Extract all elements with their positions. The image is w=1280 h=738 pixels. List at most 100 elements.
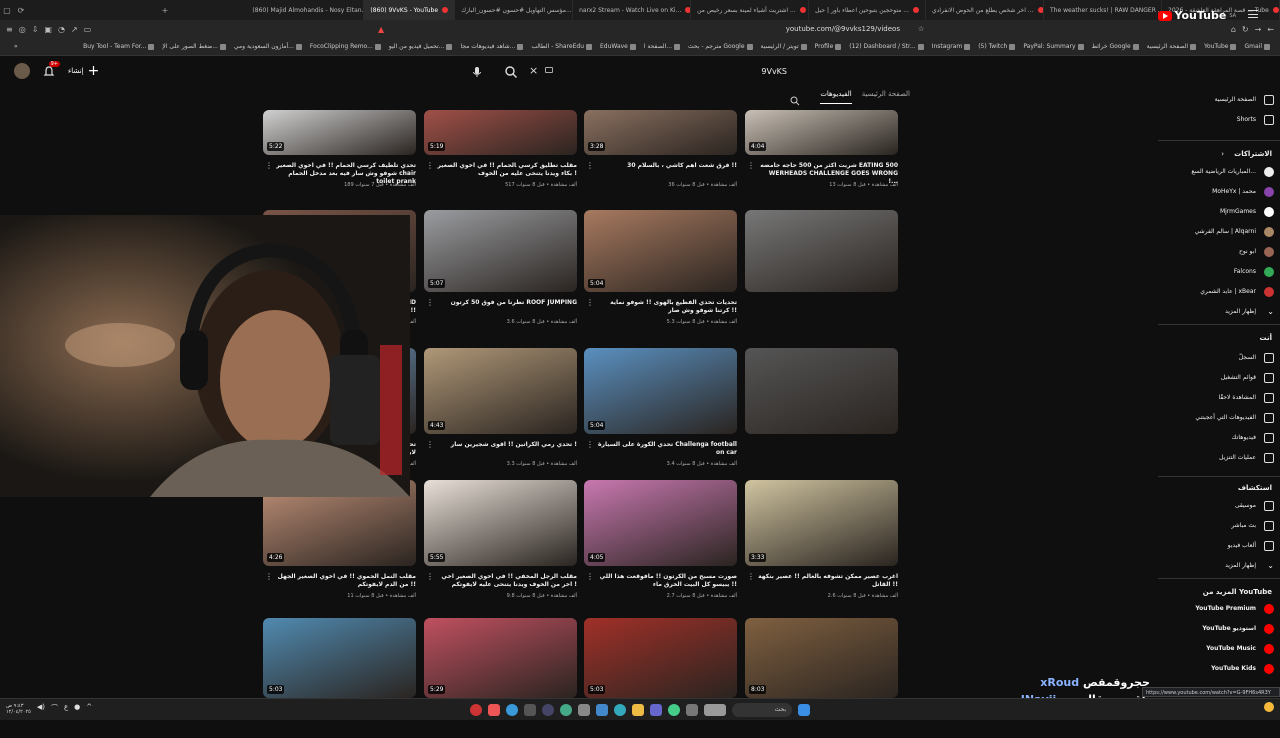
- video-title[interactable]: مقلب النمل الحموي !! في اخوي الصغير الجه…: [276, 573, 416, 589]
- sidebar-more-item[interactable]: YouTube Premium: [1195, 605, 1256, 612]
- sidebar-subscription-item[interactable]: MoHeYx | محمد: [1212, 188, 1256, 195]
- video-thumbnail[interactable]: [745, 210, 898, 292]
- sidebar-subscription-item[interactable]: سالم الفرشي | Alqarni: [1195, 228, 1256, 235]
- back-tab-icon[interactable]: ⟳: [14, 6, 28, 15]
- telegram-icon[interactable]: [506, 703, 518, 716]
- video-menu-icon[interactable]: ⋮: [747, 161, 755, 170]
- video-menu-icon[interactable]: ⋮: [586, 161, 594, 170]
- sidebar-you-item[interactable]: فيديوهاتك: [1232, 434, 1256, 441]
- sidebar-explore-item[interactable]: موسيقى: [1235, 502, 1256, 509]
- video-thumbnail[interactable]: 5:04: [584, 348, 737, 434]
- download-icon[interactable]: ⇩: [32, 25, 39, 34]
- widgets-icon[interactable]: [686, 703, 698, 716]
- copilot-icon[interactable]: [668, 703, 680, 716]
- bookmark-item[interactable]: تويتر / الرئيسية: [761, 43, 807, 50]
- bookmark-item[interactable]: PayPal: Summary: [1023, 43, 1084, 50]
- wifi-icon[interactable]: ⌒: [51, 703, 58, 715]
- video-title[interactable]: مقلب الرجل المخفي !! في اخوي الصغير اخي …: [437, 573, 577, 589]
- bookmark-item[interactable]: YouTube: [1204, 43, 1237, 50]
- video-card[interactable]: 4:26 مقلب النمل الحموي !! في اخوي الصغير …: [263, 480, 416, 606]
- video-card[interactable]: [745, 348, 898, 474]
- video-title[interactable]: صورت مسبح من الكرتون !! مافوقعت هذا اللي…: [597, 573, 737, 589]
- show-more-subscriptions[interactable]: إظهار المزيد: [1225, 308, 1256, 315]
- new-tab-button[interactable]: +: [158, 6, 172, 15]
- weather-widget[interactable]: [1264, 702, 1274, 714]
- video-thumbnail[interactable]: 3:33: [745, 480, 898, 566]
- back-icon[interactable]: ←: [1267, 25, 1274, 34]
- guide-menu-icon[interactable]: [1248, 10, 1258, 18]
- subscriptions-heading[interactable]: الاشتراكات: [1234, 150, 1272, 158]
- video-menu-icon[interactable]: ⋮: [586, 298, 594, 307]
- bookmark-item[interactable]: Profile: [815, 43, 842, 50]
- sidebar-subscription-item[interactable]: MjrmGames: [1220, 208, 1256, 215]
- bookmark-item[interactable]: تحميل فيديو من اليو...: [389, 43, 453, 50]
- video-thumbnail[interactable]: 8:03: [745, 618, 898, 698]
- video-thumbnail[interactable]: [745, 348, 898, 434]
- video-menu-icon[interactable]: ⋮: [747, 572, 755, 581]
- video-menu-icon[interactable]: ⋮: [265, 161, 273, 170]
- video-card[interactable]: 5:22 تحدي تلطيف كرسي الحمام !! في اخوي ال…: [263, 110, 416, 195]
- camera-icon[interactable]: ▭: [84, 25, 92, 34]
- video-thumbnail[interactable]: 5:29: [424, 618, 577, 698]
- brave-icon[interactable]: [488, 703, 500, 716]
- bookmark-item[interactable]: شاهد فيديوهات مجا...: [460, 43, 524, 50]
- bookmark-item[interactable]: EduWave: [600, 43, 636, 50]
- sidebar-item-shorts[interactable]: Shorts: [1237, 116, 1256, 123]
- video-menu-icon[interactable]: ⋮: [426, 161, 434, 170]
- video-menu-icon[interactable]: ⋮: [586, 440, 594, 449]
- video-card[interactable]: 4:05 صورت مسبح من الكرتون !! مافوقعت هذا …: [584, 480, 737, 606]
- task-view-icon[interactable]: [704, 703, 726, 716]
- sidebar-toggle-icon[interactable]: ≡: [6, 25, 13, 34]
- sidebar-you-item[interactable]: عمليات التنزيل: [1219, 454, 1256, 461]
- video-title[interactable]: تحديات تحدي الفطيع بالهوى !! شوفو نماية …: [597, 299, 737, 315]
- bookmark-item[interactable]: الصفحة ا...: [644, 43, 681, 50]
- show-more-explore[interactable]: إظهار المزيد: [1225, 562, 1256, 569]
- create-button[interactable]: إنشاء +: [68, 63, 99, 79]
- video-title[interactable]: مقلب تطليق كرسي ‍الحمام !! في اخوي الصغي…: [437, 162, 577, 178]
- url-field[interactable]: youtube.com/@9vvks129/videos: [430, 25, 900, 33]
- sidebar-explore-item[interactable]: بث مباشر: [1231, 522, 1256, 529]
- video-card[interactable]: 5:04 تحديات تحدي الفطيع بالهوى !! شوفو نم…: [584, 210, 737, 332]
- video-thumbnail[interactable]: 5:07: [424, 210, 577, 292]
- video-thumbnail[interactable]: 5:03: [584, 618, 737, 698]
- store-icon[interactable]: [596, 703, 608, 716]
- sidebar-more-item[interactable]: YouTube استوديو: [1202, 625, 1256, 632]
- sidebar-you-item[interactable]: قوائم التشغيل: [1221, 374, 1256, 381]
- video-card[interactable]: 8:03: [745, 618, 898, 738]
- bookmark-star-icon[interactable]: ☆: [918, 25, 924, 33]
- video-thumbnail[interactable]: 4:04: [745, 110, 898, 155]
- sidebar-more-item[interactable]: YouTube Kids: [1211, 665, 1256, 672]
- avatar[interactable]: [14, 63, 30, 79]
- bookmark-item[interactable]: ضغط الصور على الإ...: [162, 43, 226, 50]
- tab-home[interactable]: الصفحة الرئيسية: [862, 90, 910, 104]
- xbox-icon[interactable]: [524, 703, 536, 716]
- reload-icon[interactable]: ↻: [1242, 25, 1249, 34]
- mic-tray-icon[interactable]: ●: [74, 703, 80, 715]
- bookmark-item[interactable]: الصفحة الرئيسية: [1147, 43, 1197, 50]
- opera-icon[interactable]: [470, 703, 482, 716]
- video-card[interactable]: 4:43 تحدي رمي الكراتين !! اقوى شجيرين سار…: [424, 348, 577, 474]
- video-card[interactable]: 5:19 مقلب تطليق كرسي ‍الحمام !! في اخوي ا…: [424, 110, 577, 195]
- video-card[interactable]: 5:03: [263, 618, 416, 738]
- bookmark-item[interactable]: خرائط Google: [1092, 43, 1139, 50]
- language-icon[interactable]: ع: [64, 703, 68, 715]
- youtube-logo[interactable]: YouTube SA: [1157, 9, 1236, 22]
- sidebar-subscription-item[interactable]: Falcons: [1234, 268, 1256, 275]
- sidebar-you-item[interactable]: المشاهدة لاحقًا: [1218, 394, 1256, 401]
- tray-overflow-icon[interactable]: ^: [86, 703, 92, 715]
- video-thumbnail[interactable]: 5:22: [263, 110, 416, 155]
- start-icon[interactable]: [798, 703, 810, 716]
- video-thumbnail[interactable]: 5:19: [424, 110, 577, 155]
- video-menu-icon[interactable]: ⋮: [426, 572, 434, 581]
- browser-tab[interactable]: مؤسس التهاويل #حسون #حسون_البارك...: [455, 0, 574, 20]
- keyboard-icon[interactable]: [545, 67, 553, 73]
- bookmark-item[interactable]: Buy Tool - Team For...: [83, 43, 155, 50]
- bookmark-item[interactable]: (5) Twitch: [978, 43, 1016, 50]
- epic-icon[interactable]: [578, 703, 590, 716]
- video-card[interactable]: 5:29: [424, 618, 577, 738]
- notifications-bell-icon[interactable]: 9+: [42, 61, 60, 78]
- video-card[interactable]: 3:33 اغرب عصير ممكن تشوفه بالعالم !! عصير…: [745, 480, 898, 606]
- video-card[interactable]: 5:07 تطرنا من فوق 50 كرتون ROOF JUMPING 3.…: [424, 210, 577, 332]
- browser-tab[interactable]: narx2 Stream - Watch Live on Ki...: [573, 0, 692, 20]
- video-thumbnail[interactable]: 4:43: [424, 348, 577, 434]
